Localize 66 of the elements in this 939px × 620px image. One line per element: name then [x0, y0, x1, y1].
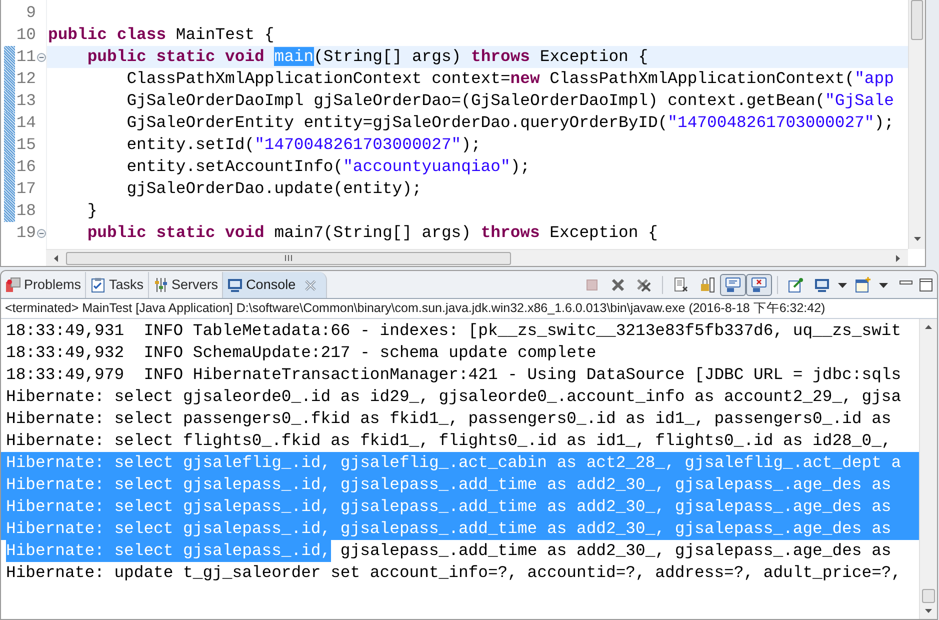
code-line: GjSaleOrderEntity entity=gjSaleOrderDao.queryOrderByID("1470048261703000027");: [126, 114, 894, 132]
code-line: entity.setAccountInfo("accountyuanqiao");: [126, 158, 530, 176]
code-line: }: [86, 202, 98, 220]
document-icon: [673, 277, 689, 293]
scroll-down-icon[interactable]: [925, 609, 932, 613]
line-number: 18: [15, 202, 36, 220]
code-line: entity.setId("1470048261703000027");: [126, 136, 481, 154]
line-number: 19: [15, 224, 36, 242]
console-line: 18:33:49,932 INFO SchemaUpdate:217 - schema update complete: [6, 342, 596, 364]
monitor-icon: [814, 277, 830, 293]
problems-icon: [5, 277, 21, 293]
stop-icon: [584, 277, 600, 293]
sliders-icon: [152, 277, 169, 293]
close-all-icon: [636, 277, 652, 293]
process-status: <terminated> MainTest [Java Application] D:\software\Common\binary\com.sun.java.jdk.win32.x86_1.6.0.013\bin\javaw.exe (2016-8-18 下午6:32:42): [5, 300, 826, 318]
close-icon[interactable]: [304, 280, 316, 290]
line-number: 13: [15, 92, 36, 110]
view-tab[interactable]: Console: [223, 272, 327, 298]
console-line: Hibernate: select passengers0_.fkid as fkid1_, passengers0_.id as id1_, passengers0_.id as: [6, 408, 892, 430]
view-tab[interactable]: Tasks: [86, 272, 149, 298]
error-monitor-icon: [751, 277, 767, 293]
speech-monitor-icon: [725, 277, 741, 293]
line-number: 10: [15, 26, 36, 44]
line-number: 9: [25, 4, 36, 22]
code-line: gjSaleOrderDao.update(entity);: [126, 180, 422, 198]
horizontal-scrollbar[interactable]: [46, 249, 908, 266]
scroll-thumb[interactable]: [911, 0, 923, 40]
code-line: ClassPathXmlApplicationContext context=new ClassPathXmlApplicationContext("app: [126, 70, 894, 88]
lock-icon: [699, 277, 715, 293]
console-line: Hibernate: select gjsaleorde0_.id as id29_, gjsaleorde0_.account_info as account2_29_, gjsa: [6, 386, 902, 408]
scroll-up-icon[interactable]: [925, 325, 932, 329]
console-line: 18:33:49,979 INFO HibernateTransactionManager:421 - Using DataSource [JDBC URL = jdbc:sqls: [6, 364, 902, 386]
line-number: 15: [15, 136, 36, 154]
console-line: Hibernate: update t_gj_saleorder set account_info=?, accountid=?, address=?, adult_price=?,: [6, 562, 902, 584]
scroll-down-icon[interactable]: [914, 237, 920, 241]
code-line: GjSaleOrderDaoImpl gjSaleOrderDao=(GjSaleOrderDaoImpl) context.getBean("GjSale: [126, 92, 894, 110]
dropdown-caret-icon[interactable]: [879, 282, 888, 288]
vertical-scrollbar[interactable]: [908, 0, 925, 249]
pin-icon: [788, 277, 804, 293]
scroll-right-icon[interactable]: [896, 254, 900, 262]
dropdown-caret-icon[interactable]: [838, 282, 847, 288]
code-line: public class MainTest {: [48, 26, 274, 44]
vertical-scrollbar[interactable]: [919, 319, 937, 619]
line-number: 12: [15, 70, 36, 88]
new-window-icon: [855, 277, 871, 293]
scroll-left-icon[interactable]: [54, 254, 58, 262]
code-line: public static void main7(String[] args) throws Exception {: [86, 224, 658, 242]
line-number: 17: [15, 180, 36, 198]
console-line: 18:33:49,931 INFO TableMetadata:66 - indexes: [pk__zs_switc__3213e83f5fb337d6, uq__zs_swit: [6, 320, 902, 342]
console-line: Hibernate: select flights0_.fkid as fkid1_, flights0_.id as id1_, flights0_.id as id28_0_,: [6, 430, 892, 452]
grip-icon: [285, 255, 292, 261]
line-number: 14: [15, 114, 36, 132]
scroll-thumb[interactable]: [922, 589, 935, 603]
maximize-icon[interactable]: [919, 278, 933, 292]
monitor-icon: [227, 277, 244, 293]
collapse-icon[interactable]: [36, 228, 46, 238]
code-line: public static void main(String[] args) throws Exception {: [86, 48, 648, 66]
line-number: 16: [15, 158, 36, 176]
close-icon: [610, 277, 626, 293]
toggle-button[interactable]: [720, 274, 746, 296]
line-number: 11: [15, 48, 36, 66]
collapse-icon[interactable]: [36, 52, 46, 62]
toggle-button[interactable]: [746, 274, 772, 296]
console-line: Hibernate: select gjsalepass_.id, gjsalepass_.add_time as add2_30_, gjsalepass_.age_des as: [6, 540, 892, 562]
view-tab[interactable]: Problems: [1, 272, 86, 298]
clipboard-check-icon: [90, 277, 106, 293]
